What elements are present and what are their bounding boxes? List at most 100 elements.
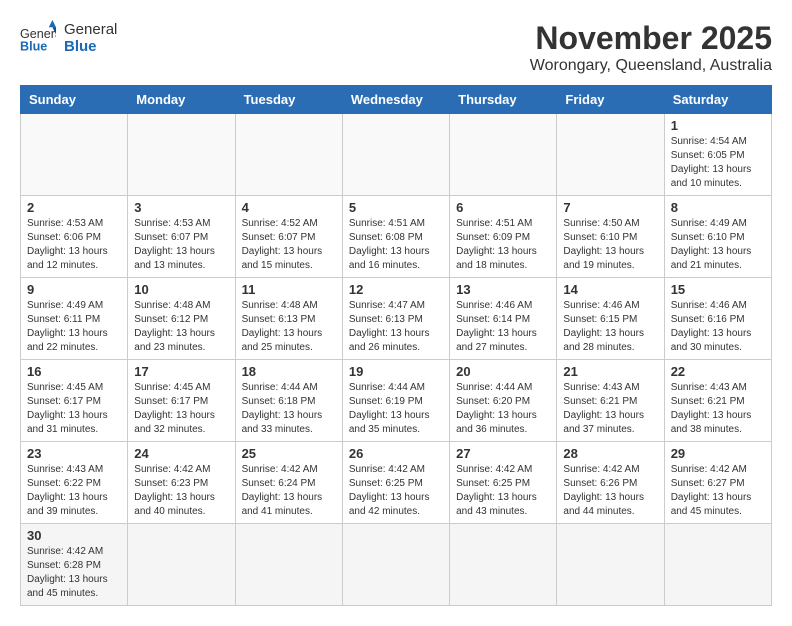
day-info: Sunrise: 4:43 AM Sunset: 6:21 PM Dayligh… bbox=[671, 381, 765, 437]
day-number: 15 bbox=[671, 282, 765, 297]
day-info: Sunrise: 4:53 AM Sunset: 6:07 PM Dayligh… bbox=[134, 217, 228, 273]
day-info: Sunrise: 4:47 AM Sunset: 6:13 PM Dayligh… bbox=[349, 299, 443, 355]
day-info: Sunrise: 4:54 AM Sunset: 6:05 PM Dayligh… bbox=[671, 135, 765, 191]
day-number: 28 bbox=[563, 446, 657, 461]
day-info: Sunrise: 4:49 AM Sunset: 6:11 PM Dayligh… bbox=[27, 299, 121, 355]
day-number: 22 bbox=[671, 364, 765, 379]
table-row: 10 Sunrise: 4:48 AM Sunset: 6:12 PM Dayli… bbox=[128, 278, 235, 360]
calendar-week-row: 9 Sunrise: 4:49 AM Sunset: 6:11 PM Daylig… bbox=[21, 278, 772, 360]
header-monday: Monday bbox=[128, 86, 235, 114]
day-number: 8 bbox=[671, 200, 765, 215]
table-row: 28 Sunrise: 4:42 AM Sunset: 6:26 PM Dayli… bbox=[557, 442, 664, 524]
calendar-week-row: 1 Sunrise: 4:54 AM Sunset: 6:05 PM Daylig… bbox=[21, 114, 772, 196]
title-block: November 2025 Worongary, Queensland, Aus… bbox=[530, 20, 772, 75]
table-row: 5Sunrise: 4:51 AM Sunset: 6:08 PM Daylig… bbox=[342, 196, 449, 278]
table-row bbox=[557, 524, 664, 606]
table-row bbox=[342, 114, 449, 196]
day-info: Sunrise: 4:42 AM Sunset: 6:26 PM Dayligh… bbox=[563, 463, 657, 519]
logo-icon: General Blue bbox=[20, 20, 56, 56]
day-number: 21 bbox=[563, 364, 657, 379]
table-row: 29Sunrise: 4:42 AM Sunset: 6:27 PM Dayli… bbox=[664, 442, 771, 524]
logo-general-text: General bbox=[64, 21, 117, 38]
table-row: 14 Sunrise: 4:46 AM Sunset: 6:15 PM Dayli… bbox=[557, 278, 664, 360]
table-row: 22 Sunrise: 4:43 AM Sunset: 6:21 PM Dayli… bbox=[664, 360, 771, 442]
table-row: 12 Sunrise: 4:47 AM Sunset: 6:13 PM Dayli… bbox=[342, 278, 449, 360]
day-number: 20 bbox=[456, 364, 550, 379]
table-row: 2 Sunrise: 4:53 AM Sunset: 6:06 PM Daylig… bbox=[21, 196, 128, 278]
table-row bbox=[450, 114, 557, 196]
table-row: 30Sunrise: 4:42 AM Sunset: 6:28 PM Dayli… bbox=[21, 524, 128, 606]
day-number: 14 bbox=[563, 282, 657, 297]
header-wednesday: Wednesday bbox=[342, 86, 449, 114]
table-row bbox=[21, 114, 128, 196]
header-friday: Friday bbox=[557, 86, 664, 114]
table-row: 6Sunrise: 4:51 AM Sunset: 6:09 PM Daylig… bbox=[450, 196, 557, 278]
svg-text:Blue: Blue bbox=[20, 40, 47, 54]
day-info: Sunrise: 4:43 AM Sunset: 6:21 PM Dayligh… bbox=[563, 381, 657, 437]
table-row bbox=[235, 114, 342, 196]
day-number: 13 bbox=[456, 282, 550, 297]
day-number: 19 bbox=[349, 364, 443, 379]
header-thursday: Thursday bbox=[450, 86, 557, 114]
day-info: Sunrise: 4:45 AM Sunset: 6:17 PM Dayligh… bbox=[27, 381, 121, 437]
day-number: 29 bbox=[671, 446, 765, 461]
table-row: 7Sunrise: 4:50 AM Sunset: 6:10 PM Daylig… bbox=[557, 196, 664, 278]
day-number: 26 bbox=[349, 446, 443, 461]
day-number: 11 bbox=[242, 282, 336, 297]
table-row bbox=[557, 114, 664, 196]
day-info: Sunrise: 4:46 AM Sunset: 6:15 PM Dayligh… bbox=[563, 299, 657, 355]
table-row: 18Sunrise: 4:44 AM Sunset: 6:18 PM Dayli… bbox=[235, 360, 342, 442]
header-tuesday: Tuesday bbox=[235, 86, 342, 114]
day-number: 16 bbox=[27, 364, 121, 379]
day-number: 1 bbox=[671, 118, 765, 133]
logo: General Blue General Blue bbox=[20, 20, 117, 56]
day-info: Sunrise: 4:44 AM Sunset: 6:18 PM Dayligh… bbox=[242, 381, 336, 437]
day-number: 3 bbox=[134, 200, 228, 215]
calendar-week-row: 2 Sunrise: 4:53 AM Sunset: 6:06 PM Daylig… bbox=[21, 196, 772, 278]
calendar-week-row: 30Sunrise: 4:42 AM Sunset: 6:28 PM Dayli… bbox=[21, 524, 772, 606]
day-info: Sunrise: 4:46 AM Sunset: 6:14 PM Dayligh… bbox=[456, 299, 550, 355]
location-title: Worongary, Queensland, Australia bbox=[530, 57, 772, 75]
day-number: 12 bbox=[349, 282, 443, 297]
header-sunday: Sunday bbox=[21, 86, 128, 114]
day-number: 10 bbox=[134, 282, 228, 297]
table-row: 3 Sunrise: 4:53 AM Sunset: 6:07 PM Daylig… bbox=[128, 196, 235, 278]
table-row: 20Sunrise: 4:44 AM Sunset: 6:20 PM Dayli… bbox=[450, 360, 557, 442]
day-number: 25 bbox=[242, 446, 336, 461]
logo-blue-text: Blue bbox=[64, 38, 117, 55]
day-info: Sunrise: 4:48 AM Sunset: 6:13 PM Dayligh… bbox=[242, 299, 336, 355]
day-number: 27 bbox=[456, 446, 550, 461]
table-row: 4Sunrise: 4:52 AM Sunset: 6:07 PM Daylig… bbox=[235, 196, 342, 278]
day-number: 30 bbox=[27, 528, 121, 543]
table-row: 24Sunrise: 4:42 AM Sunset: 6:23 PM Dayli… bbox=[128, 442, 235, 524]
table-row bbox=[450, 524, 557, 606]
day-number: 17 bbox=[134, 364, 228, 379]
table-row bbox=[128, 114, 235, 196]
day-info: Sunrise: 4:51 AM Sunset: 6:08 PM Dayligh… bbox=[349, 217, 443, 273]
day-info: Sunrise: 4:44 AM Sunset: 6:19 PM Dayligh… bbox=[349, 381, 443, 437]
table-row: 25Sunrise: 4:42 AM Sunset: 6:24 PM Dayli… bbox=[235, 442, 342, 524]
day-info: Sunrise: 4:49 AM Sunset: 6:10 PM Dayligh… bbox=[671, 217, 765, 273]
table-row: 8 Sunrise: 4:49 AM Sunset: 6:10 PM Daylig… bbox=[664, 196, 771, 278]
day-info: Sunrise: 4:45 AM Sunset: 6:17 PM Dayligh… bbox=[134, 381, 228, 437]
table-row bbox=[664, 524, 771, 606]
calendar-week-row: 23Sunrise: 4:43 AM Sunset: 6:22 PM Dayli… bbox=[21, 442, 772, 524]
day-number: 23 bbox=[27, 446, 121, 461]
table-row: 19 Sunrise: 4:44 AM Sunset: 6:19 PM Dayli… bbox=[342, 360, 449, 442]
table-row: 1 Sunrise: 4:54 AM Sunset: 6:05 PM Daylig… bbox=[664, 114, 771, 196]
day-number: 2 bbox=[27, 200, 121, 215]
calendar-header-row: Sunday Monday Tuesday Wednesday Thursday… bbox=[21, 86, 772, 114]
table-row: 15 Sunrise: 4:46 AM Sunset: 6:16 PM Dayli… bbox=[664, 278, 771, 360]
table-row bbox=[128, 524, 235, 606]
day-info: Sunrise: 4:46 AM Sunset: 6:16 PM Dayligh… bbox=[671, 299, 765, 355]
day-info: Sunrise: 4:53 AM Sunset: 6:06 PM Dayligh… bbox=[27, 217, 121, 273]
table-row: 16 Sunrise: 4:45 AM Sunset: 6:17 PM Dayli… bbox=[21, 360, 128, 442]
day-number: 4 bbox=[242, 200, 336, 215]
month-title: November 2025 bbox=[530, 20, 772, 57]
day-info: Sunrise: 4:48 AM Sunset: 6:12 PM Dayligh… bbox=[134, 299, 228, 355]
table-row: 9 Sunrise: 4:49 AM Sunset: 6:11 PM Daylig… bbox=[21, 278, 128, 360]
day-number: 9 bbox=[27, 282, 121, 297]
header-saturday: Saturday bbox=[664, 86, 771, 114]
day-info: Sunrise: 4:51 AM Sunset: 6:09 PM Dayligh… bbox=[456, 217, 550, 273]
table-row: 13 Sunrise: 4:46 AM Sunset: 6:14 PM Dayli… bbox=[450, 278, 557, 360]
